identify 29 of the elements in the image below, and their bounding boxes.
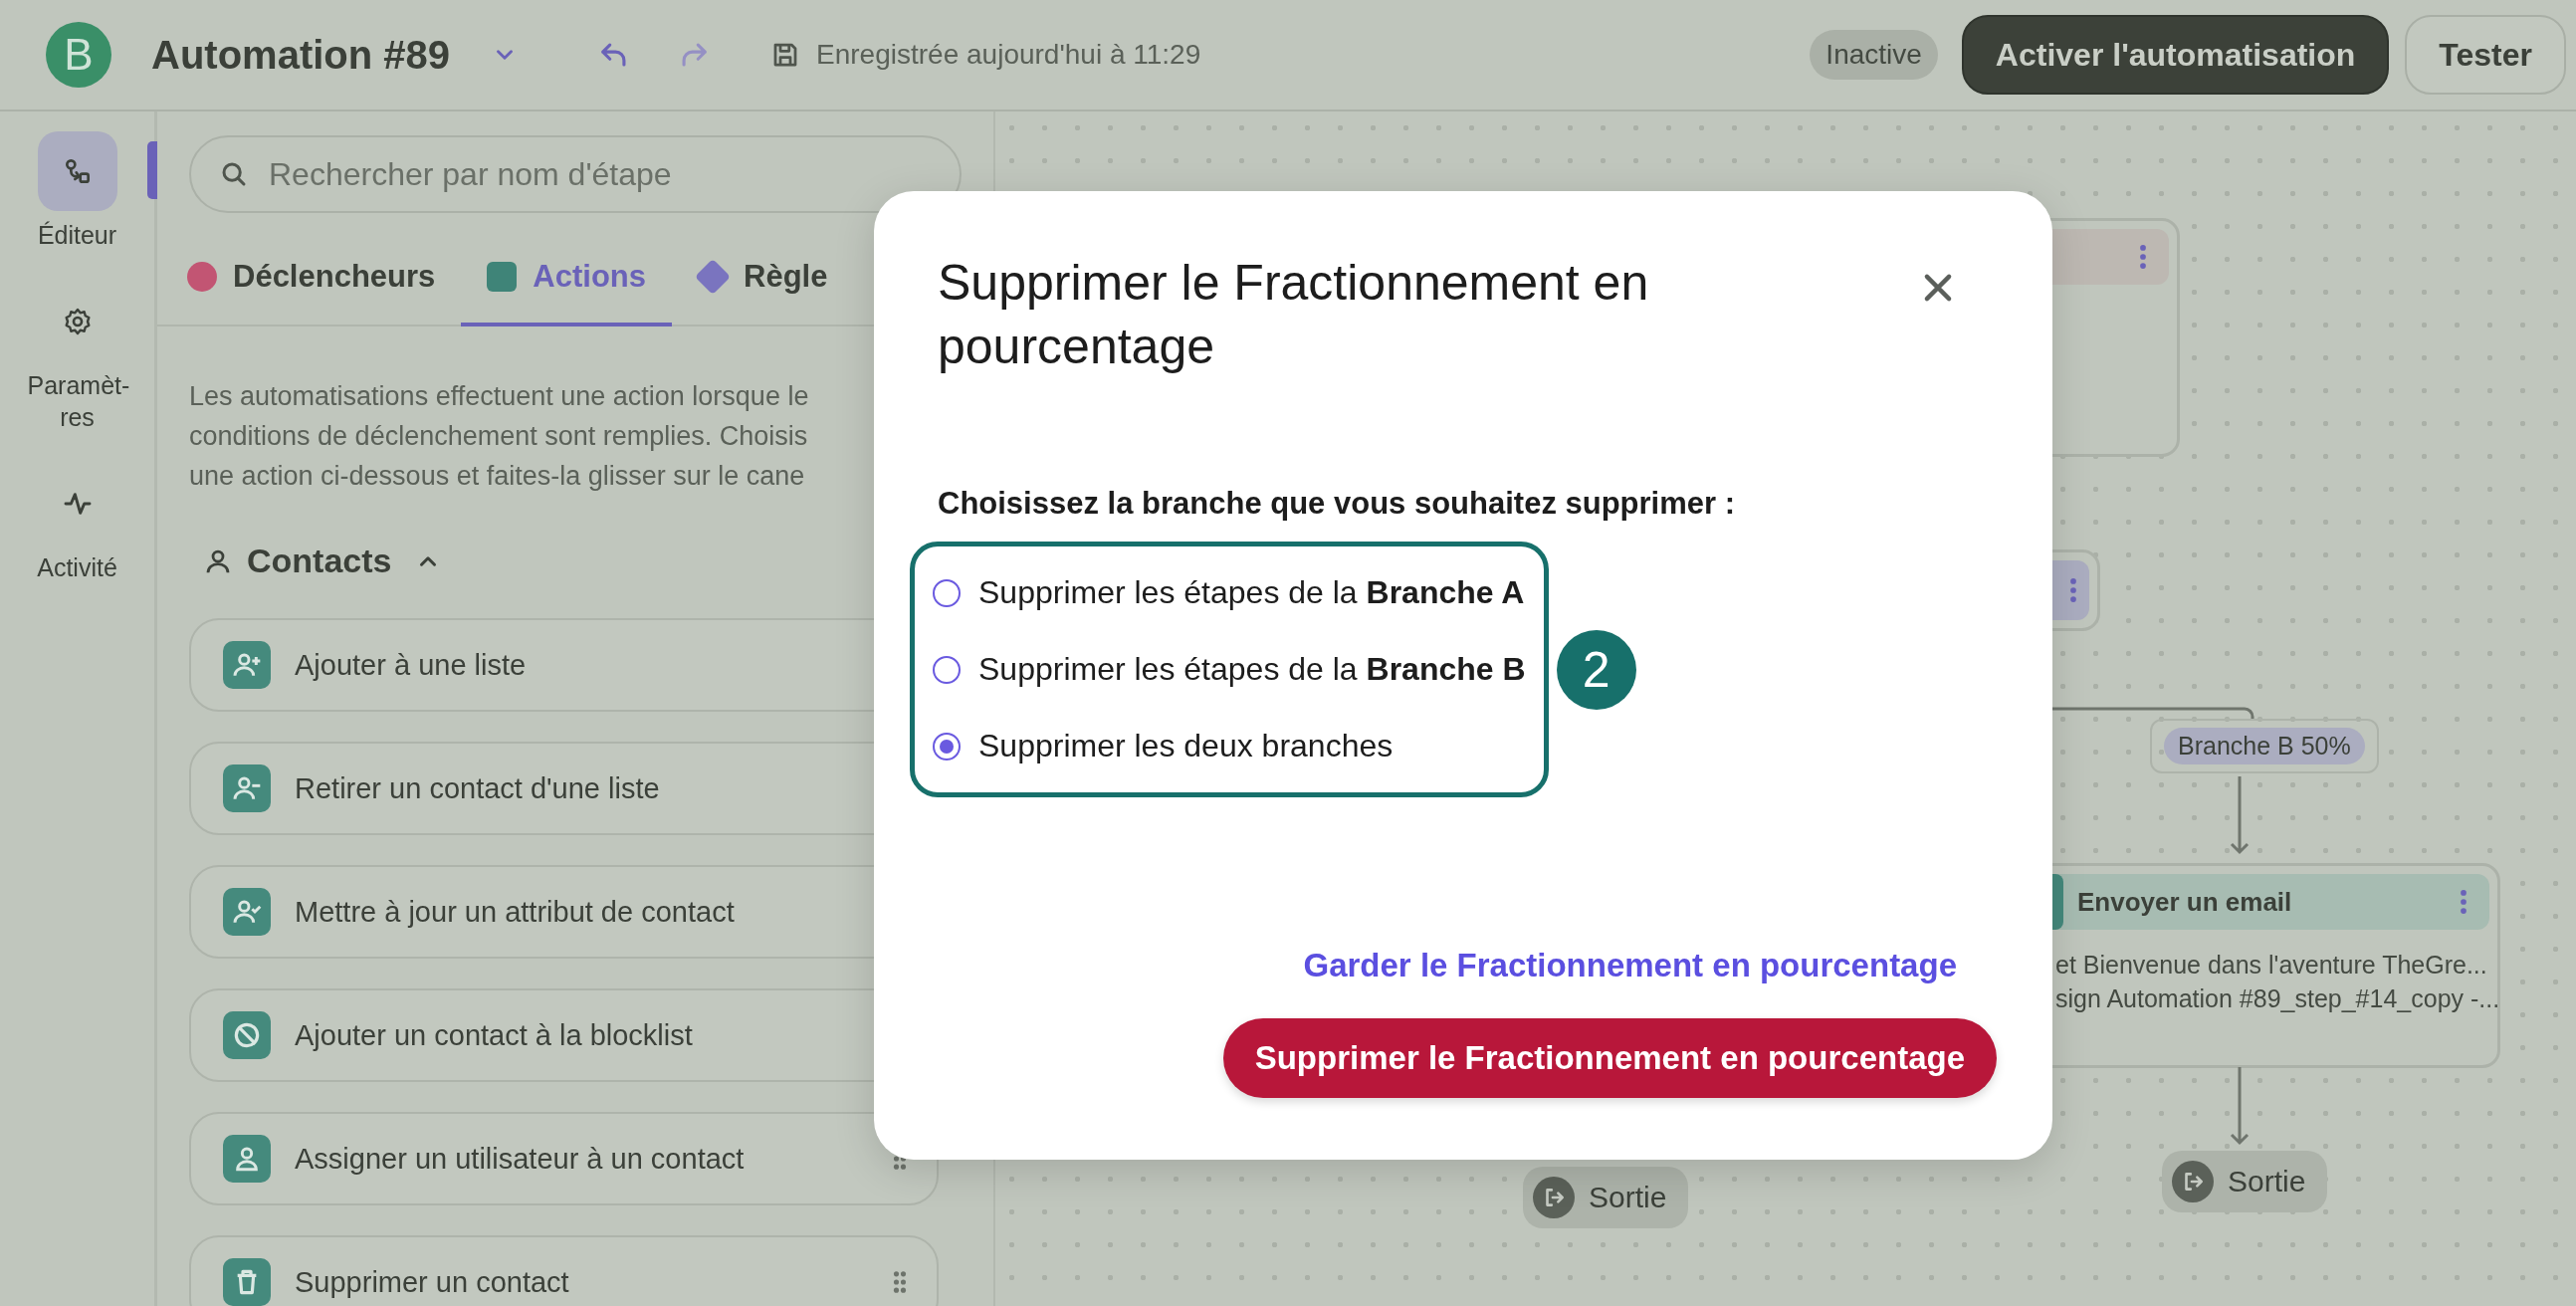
exit-node[interactable]: Sortie xyxy=(2162,1151,2328,1212)
nav-label[interactable]: Éditeur xyxy=(27,219,127,252)
description-text: conditions de déclenchement sont remplies. Choisis xyxy=(189,420,808,453)
tab[interactable]: Déclencheurs xyxy=(157,233,462,326)
saved-status: Enregistrée aujourd'hui à 11:29 xyxy=(816,39,1201,71)
automation-title: Automation #89 xyxy=(151,32,451,78)
keep-link[interactable]: Garder le Fractionnement en pourcentage xyxy=(1303,947,1957,984)
section-title[interactable]: Contacts xyxy=(247,542,392,580)
description-text: Les automatisations effectuent une action lorsque le xyxy=(189,380,809,413)
branch-label: Branche B 50% xyxy=(2164,728,2365,764)
test-button[interactable]: Tester xyxy=(2405,15,2566,95)
node-detail: et Bienvenue dans l'aventure TheGre... xyxy=(2055,950,2487,980)
nav-label[interactable]: Activité xyxy=(27,550,127,583)
node-detail: sign Automation #89_step_#14_copy -... xyxy=(2055,983,2500,1014)
question-text: Choisissez la branche que vous souhaitez supprimer : xyxy=(938,486,1737,522)
search-field[interactable]: Rechercher par nom d'étape xyxy=(189,135,962,213)
step-marker: 2 xyxy=(1556,629,1636,710)
activate-button[interactable]: Activer l'automatisation xyxy=(1961,15,2390,95)
dialog-title: Supprimer le Fractionnement en pourcentage xyxy=(938,254,1650,376)
tab[interactable]: Règle xyxy=(672,233,854,326)
action-item[interactable]: Supprimer un contact xyxy=(189,1235,939,1306)
logo: B xyxy=(46,22,111,88)
nav-label[interactable]: Paramèt-res xyxy=(27,368,127,434)
exit-node[interactable]: Sortie xyxy=(1523,1167,1689,1228)
delete-button[interactable]: Supprimer le Fractionnement en pourcentage xyxy=(1222,1018,1997,1098)
description-text: une action ci-dessous et faites-la glisser sur le cane xyxy=(189,460,805,493)
status-badge: Inactive xyxy=(1810,30,1938,80)
action-item[interactable]: Assigner un utilisateur à un contact xyxy=(189,1112,939,1205)
node-title: Envoyer un email xyxy=(2077,886,2293,918)
